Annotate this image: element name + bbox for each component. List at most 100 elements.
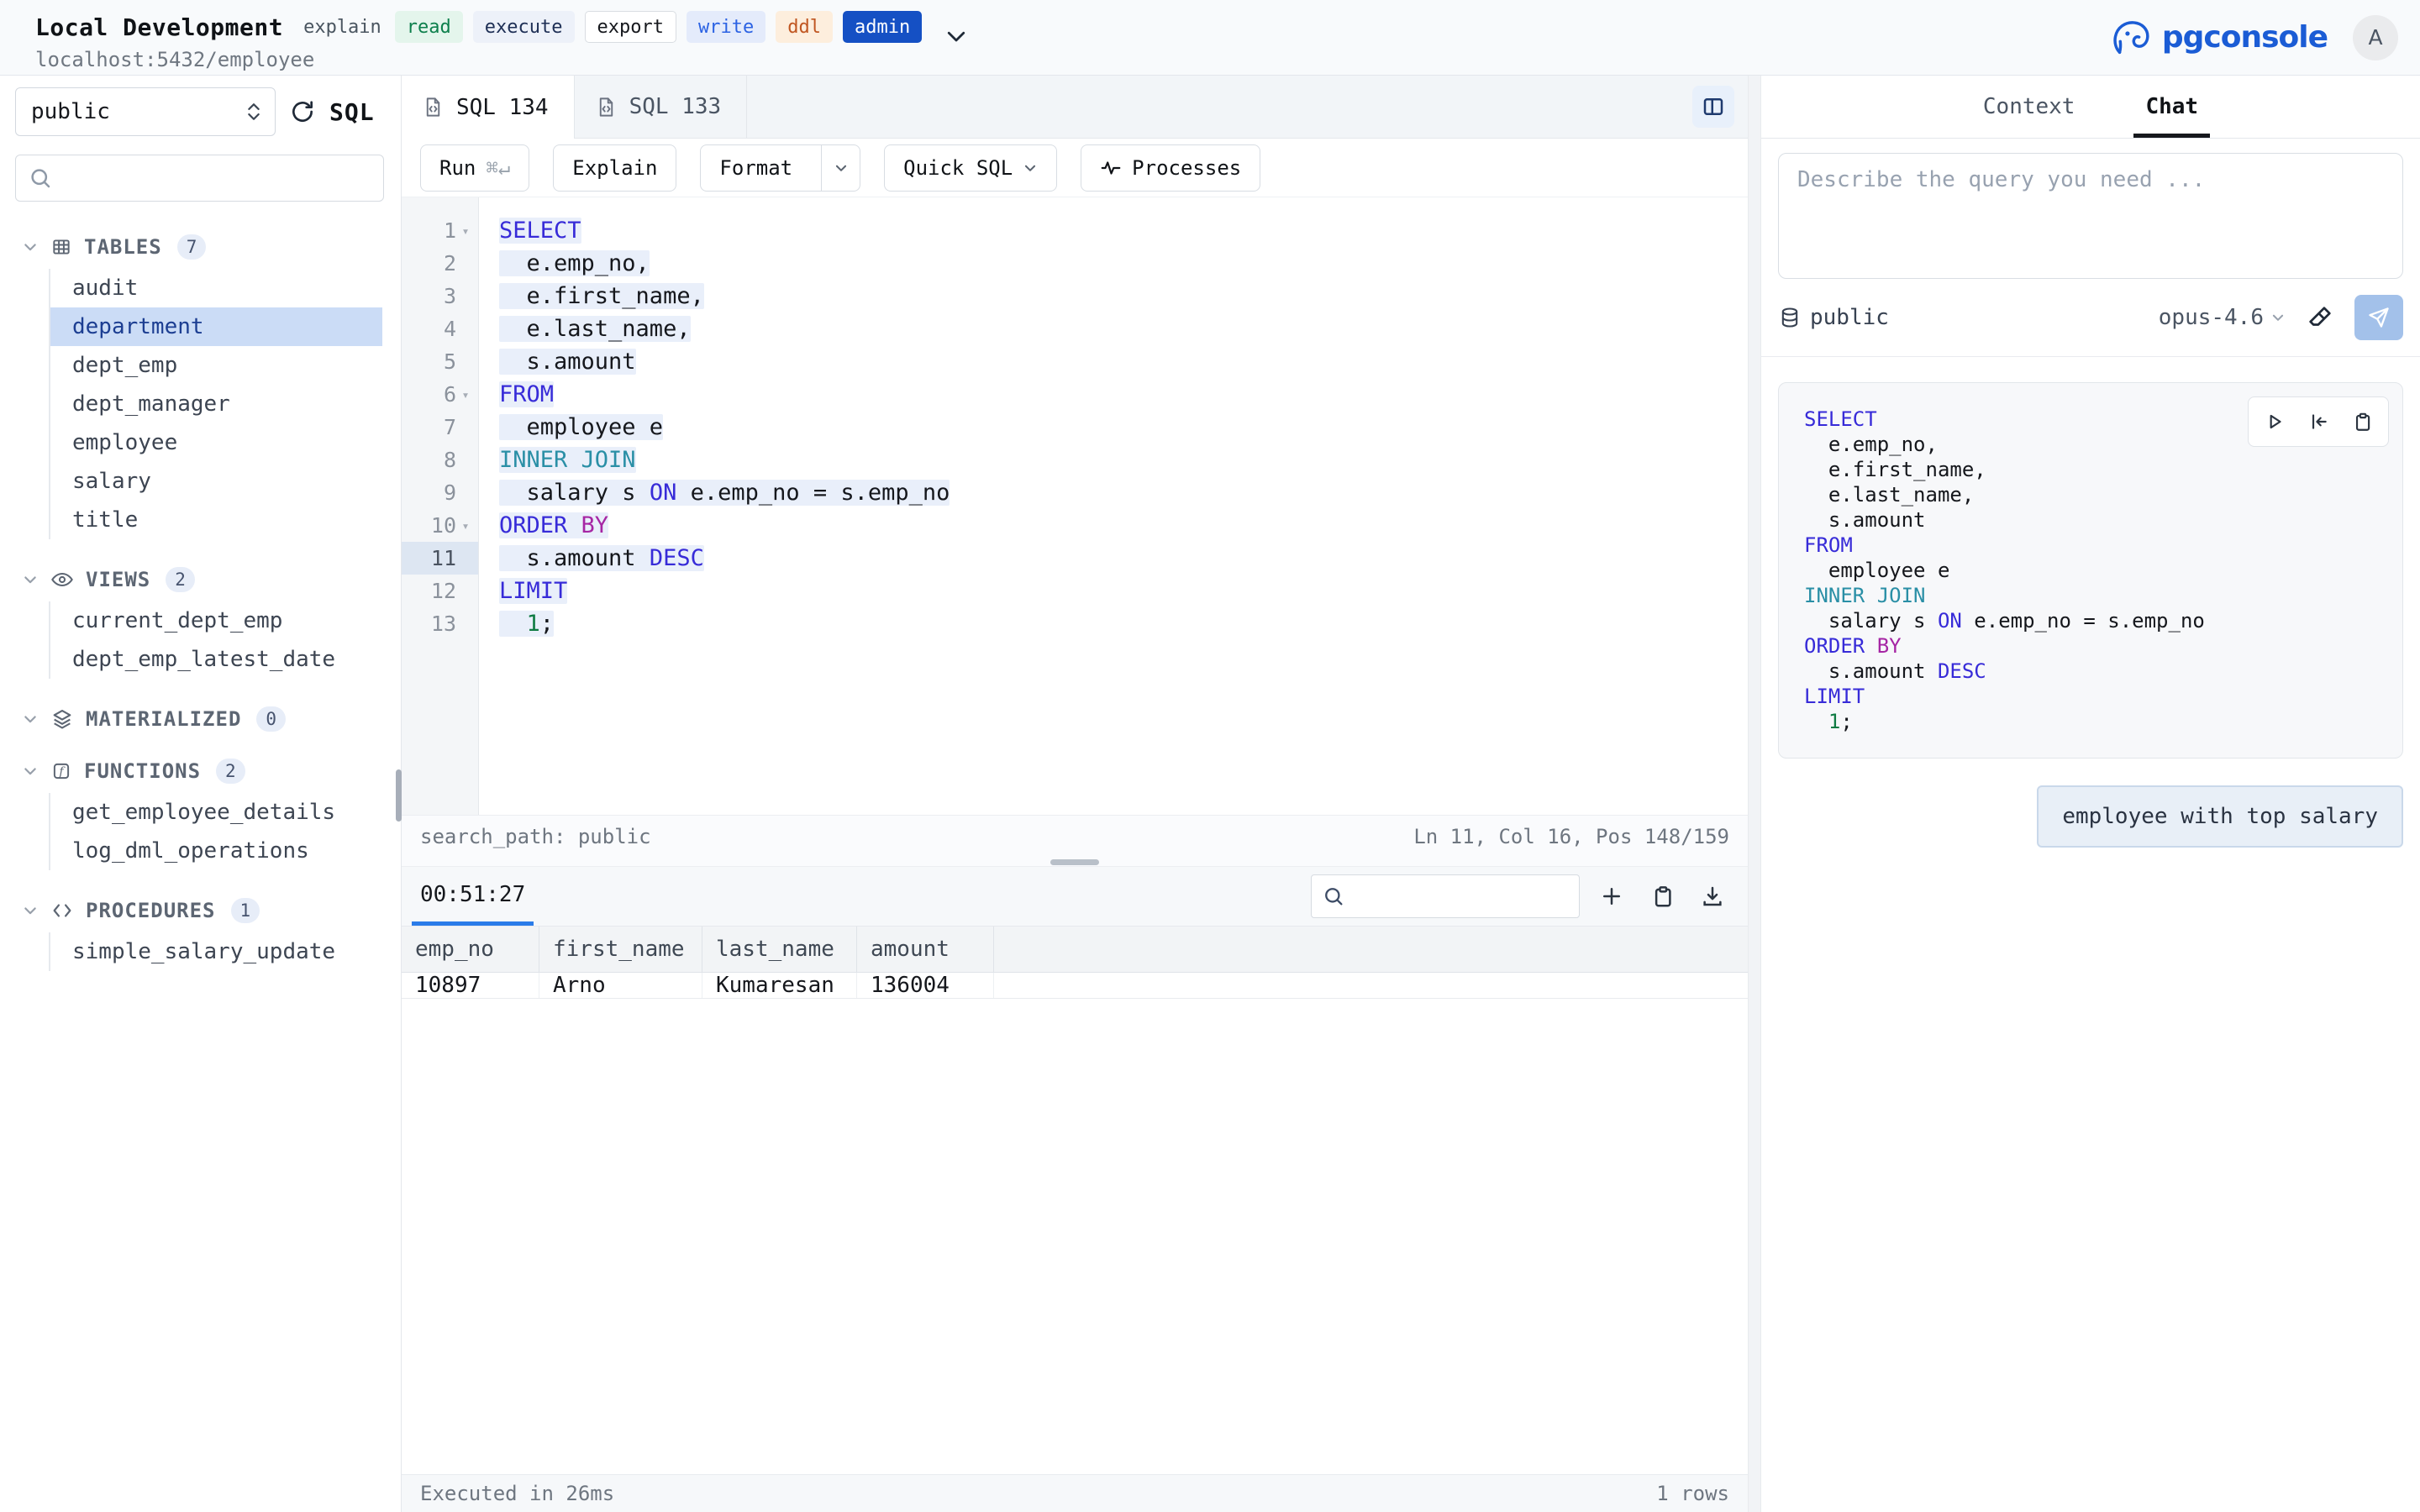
- code-line-11[interactable]: s.amount DESC: [499, 542, 1748, 575]
- tree-item-dept_emp_latest_date[interactable]: dept_emp_latest_date: [50, 640, 382, 679]
- gutter-line-7[interactable]: 7: [402, 411, 478, 444]
- editor-tab-sql-134[interactable]: SQL 134: [402, 76, 575, 139]
- tree-section-functions[interactable]: fFUNCTIONS2: [0, 753, 401, 790]
- chevron-down-icon[interactable]: [22, 902, 39, 919]
- column-header-amount[interactable]: amount: [857, 927, 994, 972]
- editor-code[interactable]: SELECT e.emp_no, e.first_name, e.last_na…: [479, 197, 1748, 815]
- tree-item-department[interactable]: department: [50, 307, 382, 346]
- run-generated-sql-button[interactable]: [2257, 404, 2292, 439]
- tree-item-log_dml_operations[interactable]: log_dml_operations: [50, 832, 382, 870]
- run-button[interactable]: Run ⌘↵: [420, 144, 529, 192]
- tree-item-employee[interactable]: employee: [50, 423, 382, 462]
- column-header-first_name[interactable]: first_name: [539, 927, 702, 972]
- tree-section-materialized[interactable]: MATERIALIZED0: [0, 701, 401, 738]
- sql-editor[interactable]: 1▾23456▾78910▾111213 SELECT e.emp_no, e.…: [402, 197, 1748, 815]
- gutter-line-2[interactable]: 2: [402, 247, 478, 280]
- results-toolbar: 00:51:27: [402, 867, 1748, 926]
- gutter-line-8[interactable]: 8: [402, 444, 478, 476]
- results-resize-handle[interactable]: [1050, 859, 1099, 865]
- fold-marker-icon[interactable]: ▾: [456, 387, 475, 402]
- split-view-button[interactable]: [1692, 86, 1734, 128]
- column-header-last_name[interactable]: last_name: [702, 927, 857, 972]
- tree-section-procedures[interactable]: PROCEDURES1: [0, 892, 401, 929]
- connection-menu-chevron-icon[interactable]: [944, 24, 969, 49]
- connection-title: Local Development: [35, 13, 283, 41]
- copy-results-button[interactable]: [1644, 878, 1681, 915]
- execution-time: Executed in 26ms: [420, 1482, 614, 1505]
- processes-label: Processes: [1132, 156, 1241, 180]
- tree-item-audit[interactable]: audit: [50, 269, 382, 307]
- table-row[interactable]: 10897ArnoKumaresan136004: [402, 973, 1748, 999]
- tree-item-salary[interactable]: salary: [50, 462, 382, 501]
- code-line-7[interactable]: employee e: [499, 411, 1748, 444]
- column-header-emp_no[interactable]: emp_no: [402, 927, 539, 972]
- avatar[interactable]: A: [2353, 15, 2398, 60]
- code-line-2[interactable]: e.emp_no,: [499, 247, 1748, 280]
- fold-marker-icon[interactable]: ▾: [456, 518, 475, 533]
- tree-item-dept_emp[interactable]: dept_emp: [50, 346, 382, 385]
- sidebar-resize-handle[interactable]: [396, 769, 402, 822]
- gutter-line-3[interactable]: 3: [402, 280, 478, 312]
- gutter-line-11[interactable]: 11: [402, 542, 478, 575]
- copy-sql-button[interactable]: [2344, 404, 2380, 439]
- code-line-9[interactable]: salary s ON e.emp_no = s.emp_no: [499, 476, 1748, 509]
- chevron-down-icon[interactable]: [22, 239, 39, 255]
- fold-marker-icon[interactable]: ▾: [456, 223, 475, 239]
- format-button[interactable]: Format: [700, 144, 860, 192]
- insert-sql-button[interactable]: [2301, 404, 2336, 439]
- refresh-schema-button[interactable]: [289, 98, 316, 125]
- code-line-8[interactable]: INNER JOIN: [499, 444, 1748, 476]
- chevron-down-icon[interactable]: [22, 763, 39, 780]
- add-result-tab-button[interactable]: [1593, 878, 1630, 915]
- quick-sql-button[interactable]: Quick SQL: [884, 144, 1057, 192]
- tree-item-current_dept_emp[interactable]: current_dept_emp: [50, 601, 382, 640]
- processes-button[interactable]: Processes: [1081, 144, 1260, 192]
- result-timer-tab[interactable]: 00:51:27: [412, 867, 534, 926]
- tree-item-title[interactable]: title: [50, 501, 382, 539]
- explain-button[interactable]: Explain: [553, 144, 676, 192]
- chevron-down-icon[interactable]: [22, 571, 39, 588]
- clear-chat-button[interactable]: [2306, 303, 2334, 332]
- code-line-4[interactable]: e.last_name,: [499, 312, 1748, 345]
- chat-input[interactable]: [1778, 153, 2403, 279]
- results-search-input[interactable]: [1352, 885, 1619, 909]
- code-line-1[interactable]: SELECT: [499, 214, 1748, 247]
- send-button[interactable]: [2354, 295, 2403, 340]
- tree-item-get_employee_details[interactable]: get_employee_details: [50, 793, 382, 832]
- download-results-button[interactable]: [1694, 878, 1731, 915]
- search-icon: [1322, 885, 1345, 908]
- assistant-code-line-8: INNER JOIN: [1804, 583, 2377, 608]
- model-select[interactable]: opus-4.6: [2159, 305, 2286, 330]
- gutter-line-12[interactable]: 12: [402, 575, 478, 607]
- code-line-5[interactable]: s.amount: [499, 345, 1748, 378]
- sql-mode-label[interactable]: SQL: [329, 98, 375, 126]
- schema-select[interactable]: public: [15, 87, 276, 136]
- code-line-3[interactable]: e.first_name,: [499, 280, 1748, 312]
- gutter-line-6[interactable]: 6▾: [402, 378, 478, 411]
- permission-badge-ddl: ddl: [776, 11, 833, 43]
- results-search[interactable]: [1311, 874, 1580, 918]
- gutter-line-13[interactable]: 13: [402, 607, 478, 640]
- chevron-down-icon[interactable]: [22, 711, 39, 727]
- gutter-line-10[interactable]: 10▾: [402, 509, 478, 542]
- tree-item-dept_manager[interactable]: dept_manager: [50, 385, 382, 423]
- gutter-line-5[interactable]: 5: [402, 345, 478, 378]
- gutter-line-1[interactable]: 1▾: [402, 214, 478, 247]
- schema-select-value: public: [31, 99, 110, 124]
- gutter-line-4[interactable]: 4: [402, 312, 478, 345]
- code-line-12[interactable]: LIMIT: [499, 575, 1748, 607]
- code-line-6[interactable]: FROM: [499, 378, 1748, 411]
- tree-item-simple_salary_update[interactable]: simple_salary_update: [50, 932, 382, 971]
- sidebar-search-input[interactable]: [61, 165, 371, 191]
- panel-divider[interactable]: [1748, 76, 1761, 1512]
- code-line-13[interactable]: 1;: [499, 607, 1748, 640]
- editor-tab-sql-133[interactable]: SQL 133: [575, 76, 748, 138]
- assistant-tab-context[interactable]: Context: [1978, 76, 2081, 138]
- sidebar-search[interactable]: [15, 155, 384, 202]
- tree-section-tables[interactable]: TABLES7: [0, 228, 401, 265]
- code-line-10[interactable]: ORDER BY: [499, 509, 1748, 542]
- assistant-tab-chat[interactable]: Chat: [2140, 76, 2203, 138]
- gutter-line-9[interactable]: 9: [402, 476, 478, 509]
- tree-section-views[interactable]: VIEWS2: [0, 561, 401, 598]
- format-dropdown-chevron-icon[interactable]: [821, 145, 860, 191]
